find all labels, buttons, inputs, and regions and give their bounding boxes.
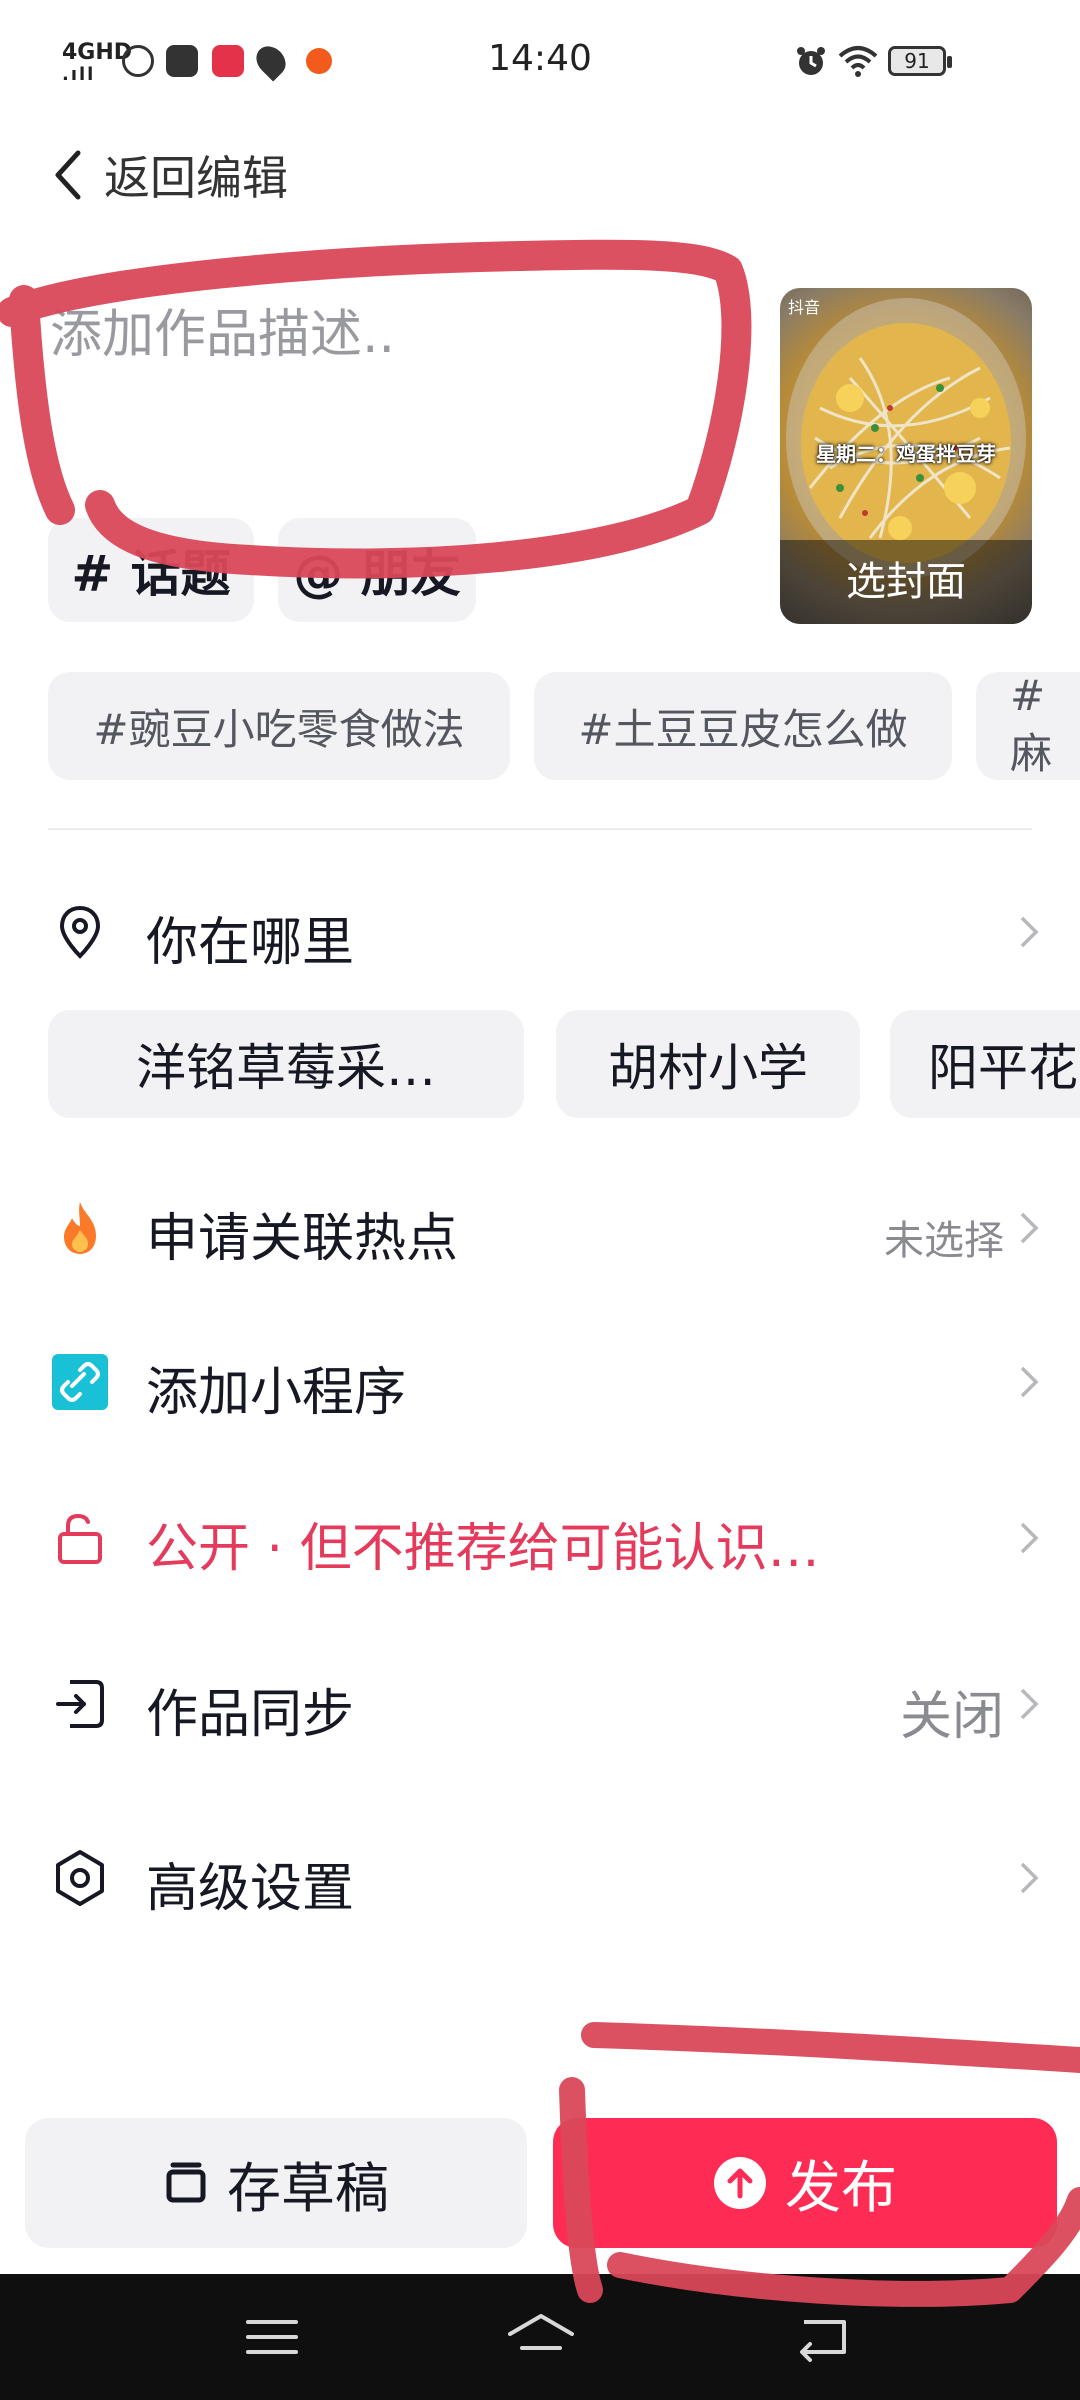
location-chip-label: 阳平花 — [928, 1039, 1078, 1097]
tag-chip-label: #麻 — [1010, 672, 1053, 778]
select-cover-button[interactable]: 选封面 — [780, 540, 1032, 624]
privacy-label: 公开 · 但不推荐给可能认识… — [146, 1519, 820, 1579]
location-row[interactable]: 你在哪里 — [0, 872, 1080, 992]
wifi-icon — [838, 46, 878, 77]
mini-program-icon — [52, 1354, 108, 1410]
home-icon[interactable] — [506, 2312, 576, 2362]
back-to-edit-button[interactable]: 返回编辑 — [48, 145, 348, 205]
chevron-right-icon — [1020, 1366, 1039, 1398]
location-chip[interactable]: 阳平花 — [890, 1010, 1080, 1118]
tag-chip[interactable]: #豌豆小吃零食做法 — [48, 672, 510, 780]
save-draft-button[interactable]: 存草稿 — [25, 2118, 527, 2248]
friend-chip[interactable]: @ 朋友 — [278, 518, 476, 622]
advanced-label: 高级设置 — [146, 1859, 355, 1919]
tag-chip-label: #豌豆小吃零食做法 — [93, 704, 465, 754]
location-chip-label: 胡村小学 — [608, 1039, 808, 1097]
lock-open-icon — [58, 1513, 102, 1564]
system-nav-bar — [0, 2274, 1080, 2400]
tag-chip-label: #土豆豆皮怎么做 — [578, 704, 908, 754]
fire-icon — [64, 1202, 96, 1254]
tag-chip[interactable]: #土豆豆皮怎么做 — [534, 672, 952, 780]
battery-indicator: 91 — [888, 46, 952, 76]
description-input[interactable]: 添加作品描述.. — [50, 292, 730, 412]
location-chip-label: 洋铭草莓采… — [136, 1039, 436, 1097]
location-label: 你在哪里 — [146, 913, 355, 973]
section-divider — [48, 828, 1032, 830]
sync-icon — [56, 1680, 104, 1728]
sync-value: 关闭 — [899, 1687, 1004, 1747]
back-nav-icon[interactable] — [794, 2312, 854, 2362]
location-chip[interactable]: 胡村小学 — [556, 1010, 860, 1118]
sync-row[interactable]: 作品同步 关闭 — [0, 1644, 1080, 1764]
sync-label: 作品同步 — [146, 1685, 355, 1745]
chevron-right-icon — [1020, 1212, 1039, 1244]
cover-thumbnail[interactable]: 抖音 星期二：鸡蛋拌豆芽 选封面 — [780, 288, 1032, 624]
topic-chip[interactable]: # 话题 — [48, 518, 254, 622]
back-icon — [55, 150, 81, 200]
privacy-row[interactable]: 公开 · 但不推荐给可能认识… — [0, 1478, 1080, 1598]
topic-chip-label: # 话题 — [71, 545, 231, 603]
upload-arrow-icon — [714, 2157, 766, 2209]
menu-icon[interactable] — [242, 2312, 302, 2362]
hotspot-label: 申请关联热点 — [146, 1209, 459, 1269]
mini-program-row[interactable]: 添加小程序 — [0, 1322, 1080, 1442]
chevron-right-icon — [1020, 916, 1039, 948]
alarm-icon — [797, 47, 825, 75]
hotspot-row[interactable]: 申请关联热点 未选择 — [0, 1168, 1080, 1288]
publish-label: 发布 — [785, 2155, 897, 2221]
cover-title: 星期二：鸡蛋拌豆芽 — [816, 442, 996, 466]
hotspot-value: 未选择 — [884, 1218, 1004, 1264]
back-label: 返回编辑 — [104, 151, 288, 205]
chevron-right-icon — [1020, 1688, 1039, 1720]
status-bar: 4GHD .ıll 14:40 91 — [0, 0, 1080, 120]
mini-program-label: 添加小程序 — [146, 1363, 407, 1423]
location-pin-icon — [59, 905, 101, 959]
draft-icon — [166, 2162, 206, 2203]
advanced-settings-row[interactable]: 高级设置 — [0, 1818, 1080, 1938]
chevron-right-icon — [1020, 1862, 1039, 1894]
chevron-right-icon — [1020, 1522, 1039, 1554]
friend-chip-label: @ 朋友 — [293, 545, 461, 603]
publish-button[interactable]: 发布 — [553, 2118, 1057, 2248]
tag-chip[interactable]: #麻 — [976, 672, 1080, 780]
save-draft-label: 存草稿 — [227, 2156, 389, 2220]
cover-logo: 抖音 — [788, 298, 821, 317]
settings-hex-icon — [56, 1850, 104, 1906]
location-chip[interactable]: 洋铭草莓采… — [48, 1010, 524, 1118]
